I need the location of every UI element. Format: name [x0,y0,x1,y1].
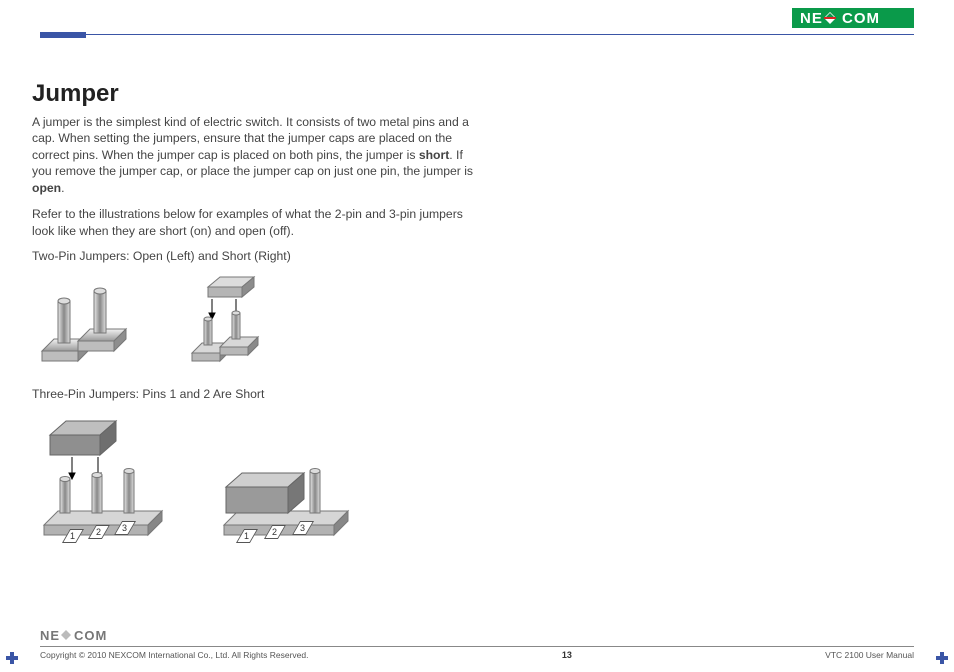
page-header: NE COM [0,0,954,36]
caption-two-pin: Two-Pin Jumpers: Open (Left) and Short (… [32,249,482,263]
p1a: A jumper is the simplest kind of electri… [32,115,469,162]
header-accent [40,32,86,38]
svg-text:COM: COM [74,628,107,643]
two-pin-open-icon [32,271,142,371]
two-pin-short-icon [178,271,288,371]
page-title: Jumper [32,80,482,108]
svg-text:COM: COM [842,10,880,27]
p1e: . [61,181,64,195]
three-pin-after-icon [218,409,368,549]
crop-mark-right-icon [936,652,948,664]
figure-two-pin [32,271,482,371]
page-footer: Copyright © 2010 NEXCOM International Co… [40,646,914,660]
footer-page-number: 13 [562,650,572,660]
p1d: open [32,181,61,195]
body-column: Jumper A jumper is the simplest kind of … [32,80,482,565]
paragraph-2: Refer to the illustrations below for exa… [32,206,482,239]
footer-doc-title: VTC 2100 User Manual [825,650,914,660]
header-rule [40,34,914,35]
p1b: short [419,148,449,162]
caption-three-pin: Three-Pin Jumpers: Pins 1 and 2 Are Shor… [32,387,482,401]
svg-text:NE: NE [40,628,60,643]
crop-mark-left-icon [6,652,18,664]
paragraph-1: A jumper is the simplest kind of electri… [32,114,482,196]
figure-three-pin: 1 2 3 1 2 3 [32,409,482,549]
brand-logo-top: NE COM [792,8,914,32]
svg-text:NE: NE [800,10,823,27]
brand-logo-bottom: NE COM [40,628,126,644]
footer-copyright: Copyright © 2010 NEXCOM International Co… [40,650,308,660]
